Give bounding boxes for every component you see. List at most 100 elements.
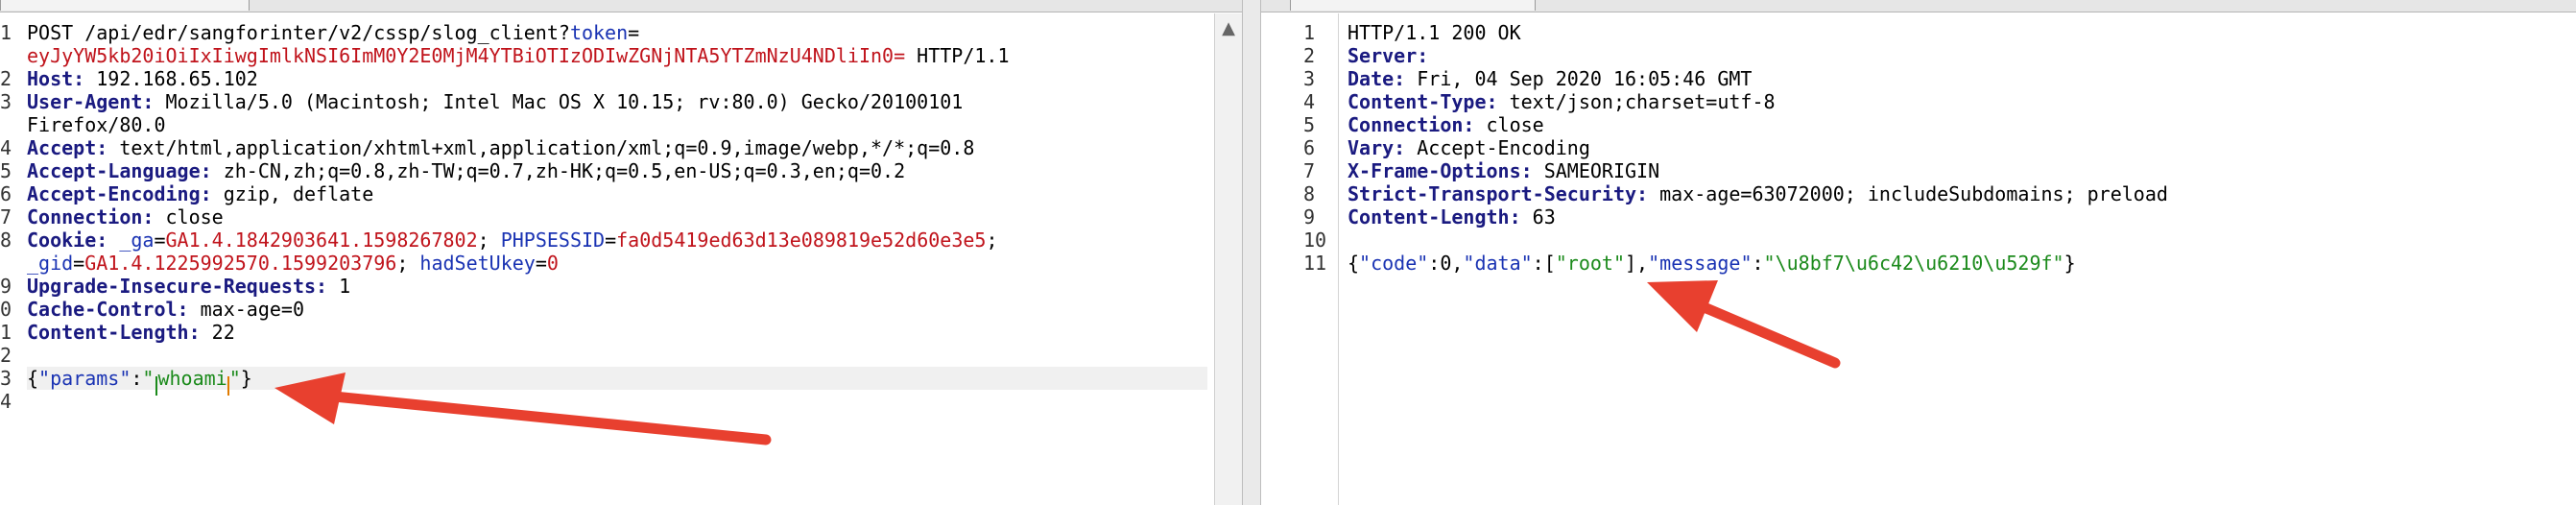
code-token: : [1752, 252, 1764, 275]
code-token: eyJyYW5kb20iOiIxIiwgImlkNSI6ImM0Y2E0MjM4… [27, 44, 906, 67]
code-token: gzip, deflate [211, 182, 374, 205]
line-number: 3 [1303, 67, 1316, 90]
code-token: Content-Length: [27, 321, 201, 344]
code-token: User-Agent: [27, 90, 155, 113]
request-editor[interactable]: 12345678901234 POST /api/edr/sangforinte… [0, 13, 1242, 505]
code-token: Server: [1348, 44, 1429, 67]
response-tab-strip [1261, 0, 2576, 12]
line-number: 3 [0, 367, 12, 390]
line-number: 6 [0, 182, 12, 205]
line-number: 1 [0, 321, 12, 344]
response-line-numbers: 1 2 3 4 5 6 7 8 9 10 11 [1303, 21, 1332, 275]
panel-divider[interactable] [1242, 0, 1261, 505]
code-token: zh-CN,zh;q=0.8,zh-TW;q=0.7,zh-HK;q=0.5,e… [211, 159, 906, 182]
line-number [0, 44, 23, 67]
code-token: ; [986, 228, 998, 252]
code-token: Fri, 04 Sep 2020 16:05:46 GMT [1405, 67, 1753, 90]
scroll-up-arrow-icon[interactable]: ▲ [1215, 17, 1242, 40]
code-token: 192.168.65.102 [84, 67, 258, 90]
code-line: X-Frame-Options: SAMEORIGIN [1348, 159, 2566, 182]
code-token: close [1474, 113, 1544, 136]
code-token: X-Frame-Options: [1348, 159, 1533, 182]
code-token: { [27, 367, 39, 390]
code-line: HTTP/1.1 200 OK [1348, 21, 2566, 44]
code-token: whoami [157, 367, 227, 390]
code-line: Host: 192.168.65.102 [27, 67, 1207, 90]
code-line: Cookie: _ga=GA1.4.1842903641.1598267802;… [27, 228, 1207, 252]
line-number: 7 [1303, 159, 1316, 182]
request-scrollbar[interactable]: ▲ [1214, 13, 1242, 505]
code-token: max-age=63072000; includeSubdomains; pre… [1648, 182, 2168, 205]
code-token: :[ [1532, 252, 1556, 275]
code-token: "root" [1555, 252, 1626, 275]
code-token: hadSetUkey [419, 252, 536, 275]
code-token: " [142, 367, 155, 390]
line-number: 8 [1303, 182, 1316, 205]
code-token: Host: [27, 67, 85, 90]
code-line: Vary: Accept-Encoding [1348, 136, 2566, 159]
code-token: Content-Type: [1348, 90, 1498, 113]
code-line: Connection: close [27, 205, 1207, 228]
code-token: Strict-Transport-Security: [1348, 182, 1649, 205]
code-token: close [154, 205, 224, 228]
code-line: User-Agent: Mozilla/5.0 (Macintosh; Inte… [27, 90, 1207, 113]
response-code[interactable]: HTTP/1.1 200 OK Server: Date: Fri, 04 Sep … [1348, 21, 2566, 275]
code-token: "\u8bf7\u6c42\u6210\u529f" [1763, 252, 2064, 275]
line-number: 0 [0, 298, 12, 321]
code-line: Accept: text/html,application/xhtml+xml,… [27, 136, 1207, 159]
code-line: eyJyYW5kb20iOiIxIiwgImlkNSI6ImM0Y2E0MjM4… [27, 44, 1207, 67]
code-token: Accept-Language: [27, 159, 212, 182]
code-line: POST /api/edr/sangforinter/v2/cssp/slog_… [27, 21, 1207, 44]
line-number: 2 [0, 344, 12, 367]
code-token: 63 [1520, 205, 1556, 228]
code-token: ; [477, 228, 501, 252]
code-token: Accept-Encoding [1405, 136, 1590, 159]
code-line: Connection: close [1348, 113, 2566, 136]
request-tab[interactable] [0, 0, 250, 11]
code-token: = [605, 228, 617, 252]
code-token: Accept: [27, 136, 108, 159]
response-tab[interactable] [1290, 0, 1536, 11]
code-token: Accept-Encoding: [27, 182, 212, 205]
code-line: {"code":0,"data":["root"],"message":"\u8… [1348, 252, 2566, 275]
code-line: Content-Length: 63 [1348, 205, 2566, 228]
code-line: Firefox/80.0 [27, 113, 1207, 136]
code-token: Vary: [1348, 136, 1406, 159]
code-token: "message" [1648, 252, 1753, 275]
code-token: = [628, 21, 640, 44]
request-code[interactable]: POST /api/edr/sangforinter/v2/cssp/slog_… [27, 21, 1207, 413]
response-panel: 1 2 3 4 5 6 7 8 9 10 11 HTTP/1.1 200 OK Server: Date… [1261, 0, 2576, 505]
code-token: text/json;charset=utf-8 [1497, 90, 1776, 113]
code-token: Cache-Control: [27, 298, 189, 321]
line-number: 6 [1303, 136, 1316, 159]
code-token: PHPSESSID [500, 228, 606, 252]
line-number: 5 [1303, 113, 1316, 136]
code-line: Content-Length: 22 [27, 321, 1207, 344]
line-number: 2 [1303, 44, 1316, 67]
code-token: { [1348, 252, 1360, 275]
code-line: Cache-Control: max-age=0 [27, 298, 1207, 321]
response-editor[interactable]: 1 2 3 4 5 6 7 8 9 10 11 HTTP/1.1 200 OK Server: Date… [1261, 13, 2576, 505]
line-number: 8 [0, 228, 12, 252]
code-line: Upgrade-Insecure-Requests: 1 [27, 275, 1207, 298]
line-number: 9 [0, 275, 12, 298]
code-token: text/html,application/xhtml+xml,applicat… [107, 136, 975, 159]
code-token: : [131, 367, 143, 390]
code-token: max-age=0 [188, 298, 304, 321]
code-line: Content-Type: text/json;charset=utf-8 [1348, 90, 2566, 113]
code-token: Upgrade-Insecure-Requests: [27, 275, 328, 298]
code-token: Content-Length: [1348, 205, 1521, 228]
line-number: 4 [0, 136, 12, 159]
code-token: Date: [1348, 67, 1406, 90]
code-token: = [154, 228, 166, 252]
code-token: ; [396, 252, 420, 275]
code-line: Accept-Language: zh-CN,zh;q=0.8,zh-TW;q=… [27, 159, 1207, 182]
code-token: _gid [27, 252, 74, 275]
code-token: Firefox/80.0 [27, 113, 166, 136]
code-token: _ga [107, 228, 155, 252]
code-token: HTTP/1.1 200 OK [1348, 21, 1521, 44]
line-number: 11 [1303, 252, 1327, 275]
code-token: 1 [327, 275, 351, 298]
line-number: 4 [1303, 90, 1316, 113]
